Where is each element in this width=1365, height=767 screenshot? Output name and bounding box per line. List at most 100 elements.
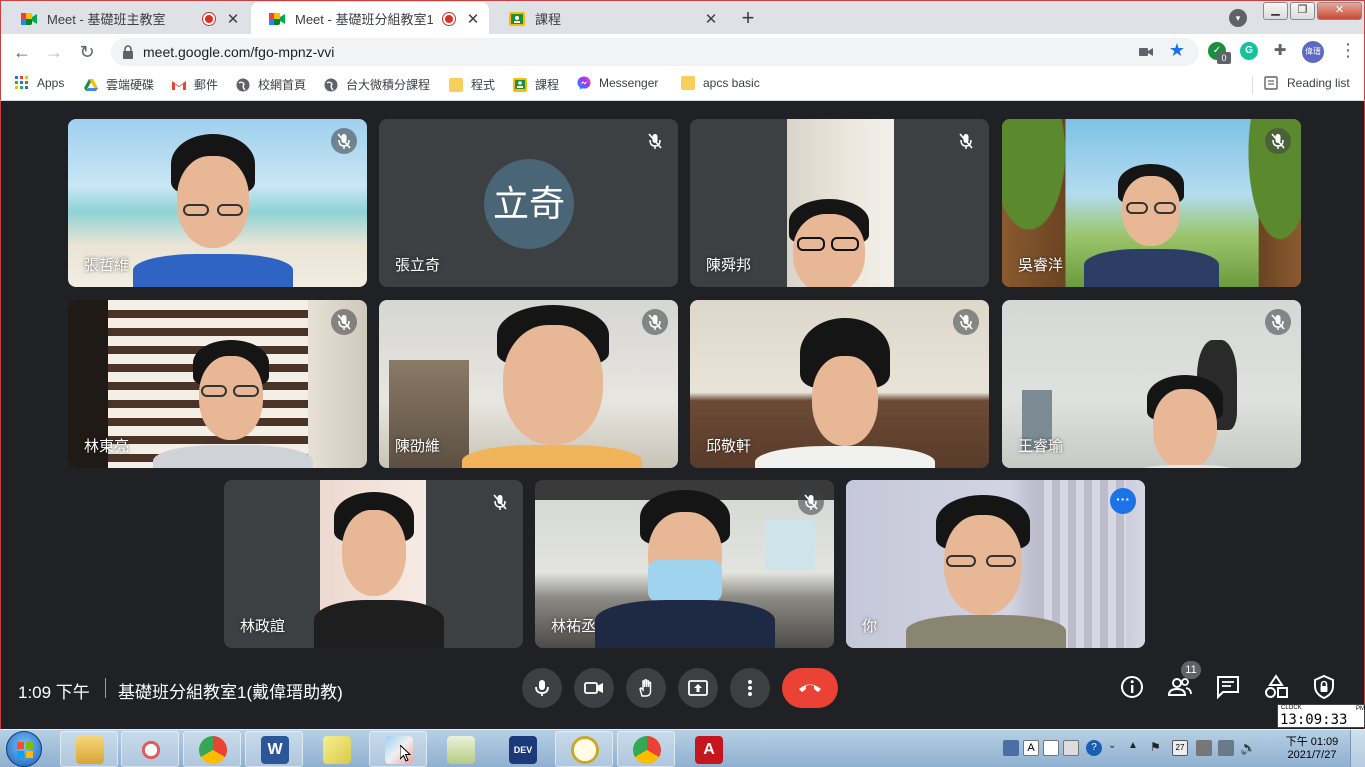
taskbar-notepad[interactable] (431, 731, 489, 767)
self-video-tile[interactable]: 你 ··· (846, 480, 1145, 648)
bookmark-messenger[interactable]: Messenger (577, 76, 658, 90)
present-screen-icon (688, 680, 708, 696)
bookmark-drive[interactable]: 雲端硬碟 (84, 76, 154, 93)
microphone-button[interactable] (522, 668, 562, 708)
show-desktop-button[interactable] (1350, 730, 1365, 767)
chrome-menu-icon[interactable]: ⋮ (1339, 40, 1357, 61)
host-controls-icon[interactable] (1311, 674, 1337, 700)
present-screen-button[interactable] (678, 668, 718, 708)
participant-tile[interactable]: 王睿瑜 (1002, 300, 1301, 468)
mic-off-icon (331, 128, 357, 154)
bookmark-calculus[interactable]: 台大微積分課程 (324, 76, 430, 93)
taskbar-snipping[interactable] (121, 731, 179, 767)
chat-icon[interactable] (1215, 674, 1241, 700)
clock-icon (571, 736, 599, 764)
clock-label: CLOCK (1281, 705, 1302, 711)
participant-name: 你 (862, 618, 878, 635)
bookmark-folder-apcs[interactable]: apcs basic (681, 76, 760, 90)
participant-tile[interactable]: 吳睿洋 (1002, 119, 1301, 287)
snipping-icon (137, 736, 165, 764)
keyboard-layout-icon[interactable] (1003, 740, 1019, 756)
activities-icon[interactable] (1263, 674, 1289, 700)
grammarly-icon[interactable]: G (1240, 42, 1258, 60)
participant-tile[interactable]: 林祐丞 (535, 480, 834, 648)
recording-indicator-icon (443, 12, 455, 25)
mic-off-icon (953, 128, 979, 154)
taskbar-sticky-notes[interactable] (307, 731, 365, 767)
participant-tile[interactable]: 陳舜邦 (690, 119, 989, 287)
extensions-puzzle-icon[interactable]: ✚ (1271, 42, 1289, 60)
taskbar-clock[interactable] (555, 731, 613, 767)
bookmark-school[interactable]: 校網首頁 (236, 76, 306, 93)
taskbar-chrome[interactable] (183, 731, 241, 767)
tray-menu-icon[interactable]: ⌄ (1108, 740, 1124, 756)
bookmark-star-icon[interactable]: ★ (1169, 40, 1185, 61)
participant-tile[interactable]: 立奇 張立奇 (379, 119, 678, 287)
reload-icon[interactable]: ↻ (75, 40, 99, 64)
tab-search-icon[interactable]: ▾ (1229, 9, 1247, 27)
raise-hand-button[interactable] (626, 668, 666, 708)
calendar-icon[interactable]: 27 (1172, 740, 1188, 756)
close-tab-icon[interactable]: ✕ (225, 10, 241, 28)
power-icon[interactable] (1196, 740, 1212, 756)
hang-up-icon (799, 684, 821, 692)
devcpp-icon: DEV (509, 736, 537, 764)
maximize-window-button[interactable]: ❐ (1290, 2, 1315, 20)
more-options-icon[interactable]: ··· (1110, 488, 1136, 514)
participant-name: 邱敬軒 (706, 438, 752, 455)
profile-avatar[interactable]: 偉瑨 (1302, 41, 1324, 63)
taskbar-acrobat[interactable]: A (679, 731, 737, 767)
close-tab-icon[interactable]: ✕ (465, 10, 481, 28)
bookmark-folder-code[interactable]: 程式 (449, 76, 495, 93)
leave-call-button[interactable] (782, 668, 838, 708)
start-button[interactable] (6, 731, 42, 767)
taskbar-chrome-profile[interactable] (617, 731, 675, 767)
participant-tile[interactable]: 邱敬軒 (690, 300, 989, 468)
taskbar-word[interactable]: W (245, 731, 303, 767)
close-tab-icon[interactable]: ✕ (703, 10, 719, 28)
notepad-icon (447, 736, 475, 764)
reading-list-button[interactable]: Reading list (1264, 76, 1350, 90)
system-date[interactable]: 2021/7/27 (1282, 749, 1342, 761)
participant-tile[interactable]: 張哲維 (68, 119, 367, 287)
meeting-details-icon[interactable] (1119, 674, 1145, 700)
participant-name: 王睿瑜 (1018, 438, 1064, 455)
minimize-window-button[interactable]: ▁ (1263, 2, 1288, 20)
camera-in-use-icon[interactable] (1139, 46, 1153, 58)
bookmark-apps[interactable]: Apps (15, 76, 64, 90)
new-tab-button[interactable]: + (735, 5, 761, 31)
input-settings-icon[interactable] (1063, 740, 1079, 756)
microphone-icon (535, 680, 549, 696)
bookmark-classroom[interactable]: 課程 (513, 76, 559, 93)
participant-tile[interactable]: 林政誼 (224, 480, 523, 648)
back-arrow-icon[interactable]: ← (10, 40, 34, 64)
messenger-icon (577, 76, 591, 90)
system-time[interactable]: 下午 01:09 (1282, 733, 1342, 749)
taskbar-devcpp[interactable]: DEV (493, 731, 551, 767)
show-hidden-icons[interactable]: ▲ (1128, 740, 1144, 756)
tab-classroom[interactable]: 課程 ✕ (491, 2, 727, 35)
globe-icon (236, 78, 250, 91)
help-icon[interactable]: ? (1086, 740, 1102, 756)
more-options-button[interactable] (730, 668, 770, 708)
taskbar-paint[interactable] (369, 731, 427, 767)
action-center-flag-icon[interactable]: ⚑ (1150, 740, 1166, 756)
ime-mode-icon[interactable]: A (1023, 740, 1039, 756)
participant-tile[interactable]: 林東亮 (68, 300, 367, 468)
taskbar-explorer[interactable] (60, 731, 118, 767)
bookmark-label: apcs basic (703, 76, 760, 90)
participant-tile[interactable]: 陳劭維 (379, 300, 678, 468)
chrome-icon (199, 736, 227, 764)
forward-arrow-icon[interactable]: → (42, 40, 66, 64)
close-window-button[interactable]: ✕ (1317, 2, 1362, 20)
bookmark-mail[interactable]: 郵件 (172, 76, 218, 93)
network-icon[interactable] (1218, 740, 1234, 756)
volume-icon[interactable]: 🔈 (1240, 740, 1256, 756)
chrome-profile-icon (633, 736, 661, 764)
camera-button[interactable] (574, 668, 614, 708)
address-bar[interactable]: meet.google.com/fgo-mpnz-vvi ★ (111, 38, 1199, 66)
meet-video-grid: 張哲維 立奇 張立奇 陳舜邦 吳睿洋 林東亮 陳劭維 邱敬軒 王睿瑜 林政誼 林… (0, 101, 1365, 731)
input-window-icon[interactable] (1043, 740, 1059, 756)
tab-meet-breakout[interactable]: Meet - 基礎班分組教室1(戴 ✕ (251, 2, 489, 35)
tab-meet-main[interactable]: Meet - 基礎班主教室 ✕ (3, 2, 249, 35)
